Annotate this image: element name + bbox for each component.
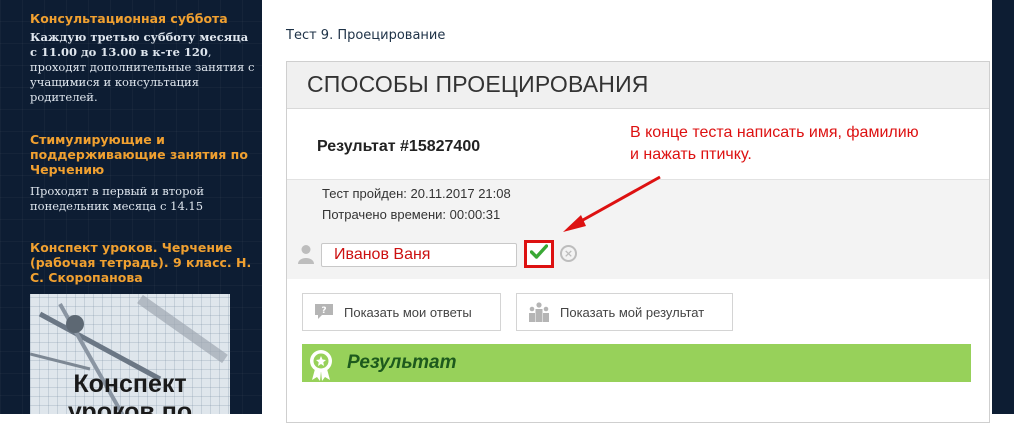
time-spent: Потрачено времени: 00:00:31 bbox=[322, 207, 501, 222]
instruction-annotation: В конце теста написать имя, фамилию и на… bbox=[630, 122, 970, 166]
result-id: Результат #15827400 bbox=[317, 138, 481, 155]
sidebar-block-lesson-notes: Конспект уроков. Черчение (рабочая тетра… bbox=[30, 240, 255, 285]
confirm-name-button[interactable] bbox=[524, 240, 554, 268]
annotation-line-2: и нажать птичку. bbox=[630, 146, 752, 163]
main-content: Тест 9. Проецирование СПОСОБЫ ПРОЕЦИРОВА… bbox=[262, 0, 992, 423]
quiz-header: СПОСОБЫ ПРОЕЦИРОВАНИЯ bbox=[287, 62, 989, 109]
sidebar-block-text: Каждую третью субботу месяца с 11.00 до … bbox=[30, 30, 255, 105]
result-meta: Тест пройден: 20.11.2017 21:08 Потрачено… bbox=[287, 179, 989, 279]
test-passed-date: Тест пройден: 20.11.2017 21:08 bbox=[322, 186, 511, 201]
sidebar-block-title[interactable]: Стимулирующие и поддерживающие занятия п… bbox=[30, 132, 255, 177]
sidebar-block-text-bold: Каждую третью субботу месяца с 11.00 до … bbox=[30, 30, 249, 59]
sidebar-block-text: Проходят в первый и второй понедельник м… bbox=[30, 184, 205, 213]
sidebar-block-title[interactable]: Консультационная суббота bbox=[30, 11, 255, 26]
check-icon bbox=[529, 244, 549, 264]
breadcrumb: Тест 9. Проецирование bbox=[286, 28, 446, 43]
show-answers-label: Показать мои ответы bbox=[344, 304, 472, 320]
question-bubble-icon: ? bbox=[314, 303, 334, 321]
quiz-result-panel: СПОСОБЫ ПРОЕЦИРОВАНИЯ Результат #1582740… bbox=[286, 61, 990, 423]
sidebar: Консультационная суббота Каждую третью с… bbox=[0, 0, 262, 414]
svg-text:?: ? bbox=[321, 306, 326, 316]
sidebar-block-extra-classes: Стимулирующие и поддерживающие занятия п… bbox=[30, 132, 255, 214]
annotation-line-1: В конце теста написать имя, фамилию bbox=[630, 124, 919, 141]
result-section-title: Результат bbox=[347, 352, 457, 373]
sidebar-block-consultation: Консультационная суббота Каждую третью с… bbox=[30, 11, 255, 105]
result-section-header: Результат bbox=[302, 344, 971, 382]
book-title-line2: уроков по bbox=[67, 398, 193, 414]
people-podium-icon bbox=[528, 302, 550, 322]
page-background-right bbox=[992, 0, 1014, 414]
show-answers-button[interactable]: ? Показать мои ответы bbox=[302, 293, 501, 331]
book-title-line1: Конспект bbox=[73, 370, 187, 398]
quiz-title: СПОСОБЫ ПРОЕЦИРОВАНИЯ bbox=[307, 71, 649, 97]
name-input[interactable] bbox=[321, 243, 517, 267]
show-result-label: Показать мой результат bbox=[560, 304, 705, 320]
award-badge-icon bbox=[307, 349, 335, 386]
close-circle-icon[interactable]: × bbox=[560, 245, 577, 262]
book-cover-image[interactable]: Конспект уроков по bbox=[30, 294, 230, 414]
sidebar-block-title[interactable]: Конспект уроков. Черчение (рабочая тетра… bbox=[30, 240, 255, 285]
user-icon bbox=[297, 244, 315, 269]
show-result-button[interactable]: Показать мой результат bbox=[516, 293, 733, 331]
